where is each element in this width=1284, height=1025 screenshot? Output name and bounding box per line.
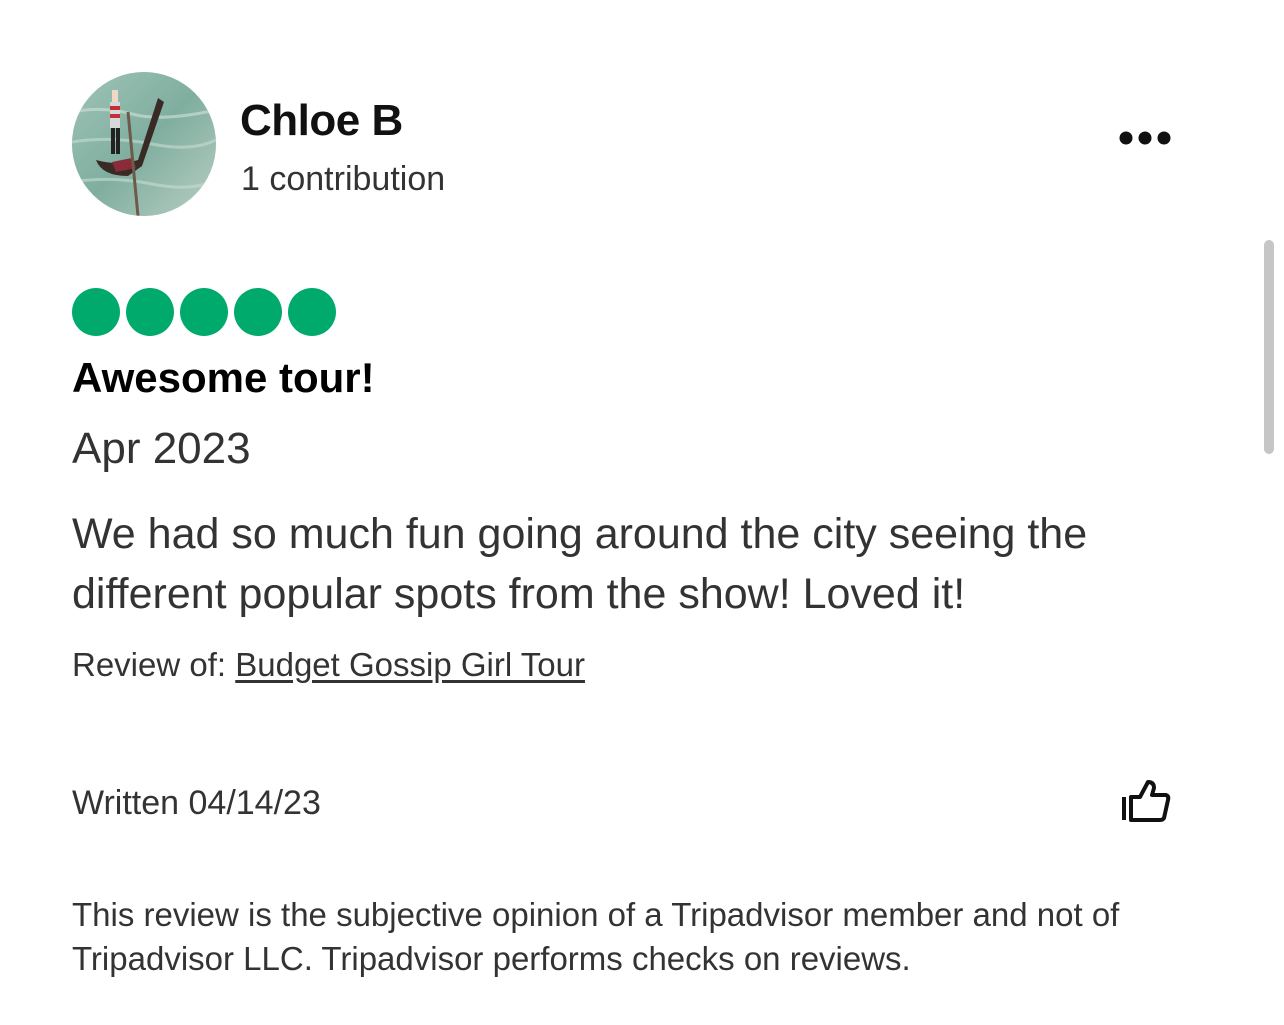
helpful-vote-button[interactable] bbox=[1112, 770, 1180, 830]
more-options-button[interactable] bbox=[1110, 112, 1182, 164]
written-date: Written 04/14/23 bbox=[72, 784, 321, 822]
rating-bubble bbox=[288, 288, 336, 336]
thumbs-up-icon bbox=[1122, 780, 1171, 822]
rating-bubble bbox=[234, 288, 282, 336]
more-horizontal-icon bbox=[1119, 131, 1171, 145]
avatar[interactable] bbox=[72, 72, 216, 216]
rating-bubble bbox=[126, 288, 174, 336]
review-title: Awesome tour! bbox=[72, 354, 375, 401]
user-name[interactable]: Chloe B bbox=[240, 96, 403, 146]
disclaimer: This review is the subjective opinion of… bbox=[72, 896, 1120, 977]
contribution-count: 1 contribution bbox=[241, 160, 446, 198]
rating-bubbles bbox=[72, 288, 336, 336]
review-card: Chloe B 1 contribution Awesome tour! Apr… bbox=[0, 0, 1284, 1025]
rating-bubble bbox=[180, 288, 228, 336]
review-body: We had so much fun going around the city… bbox=[72, 510, 1088, 618]
review-of-label: Review of: bbox=[72, 646, 227, 683]
review-date: Apr 2023 bbox=[72, 424, 251, 473]
scrollbar[interactable] bbox=[1264, 240, 1274, 454]
review-of-link[interactable]: Budget Gossip Girl Tour bbox=[235, 646, 585, 683]
rating-bubble bbox=[72, 288, 120, 336]
review-of: Review of: Budget Gossip Girl Tour bbox=[72, 646, 585, 684]
avatar-image bbox=[72, 72, 216, 216]
